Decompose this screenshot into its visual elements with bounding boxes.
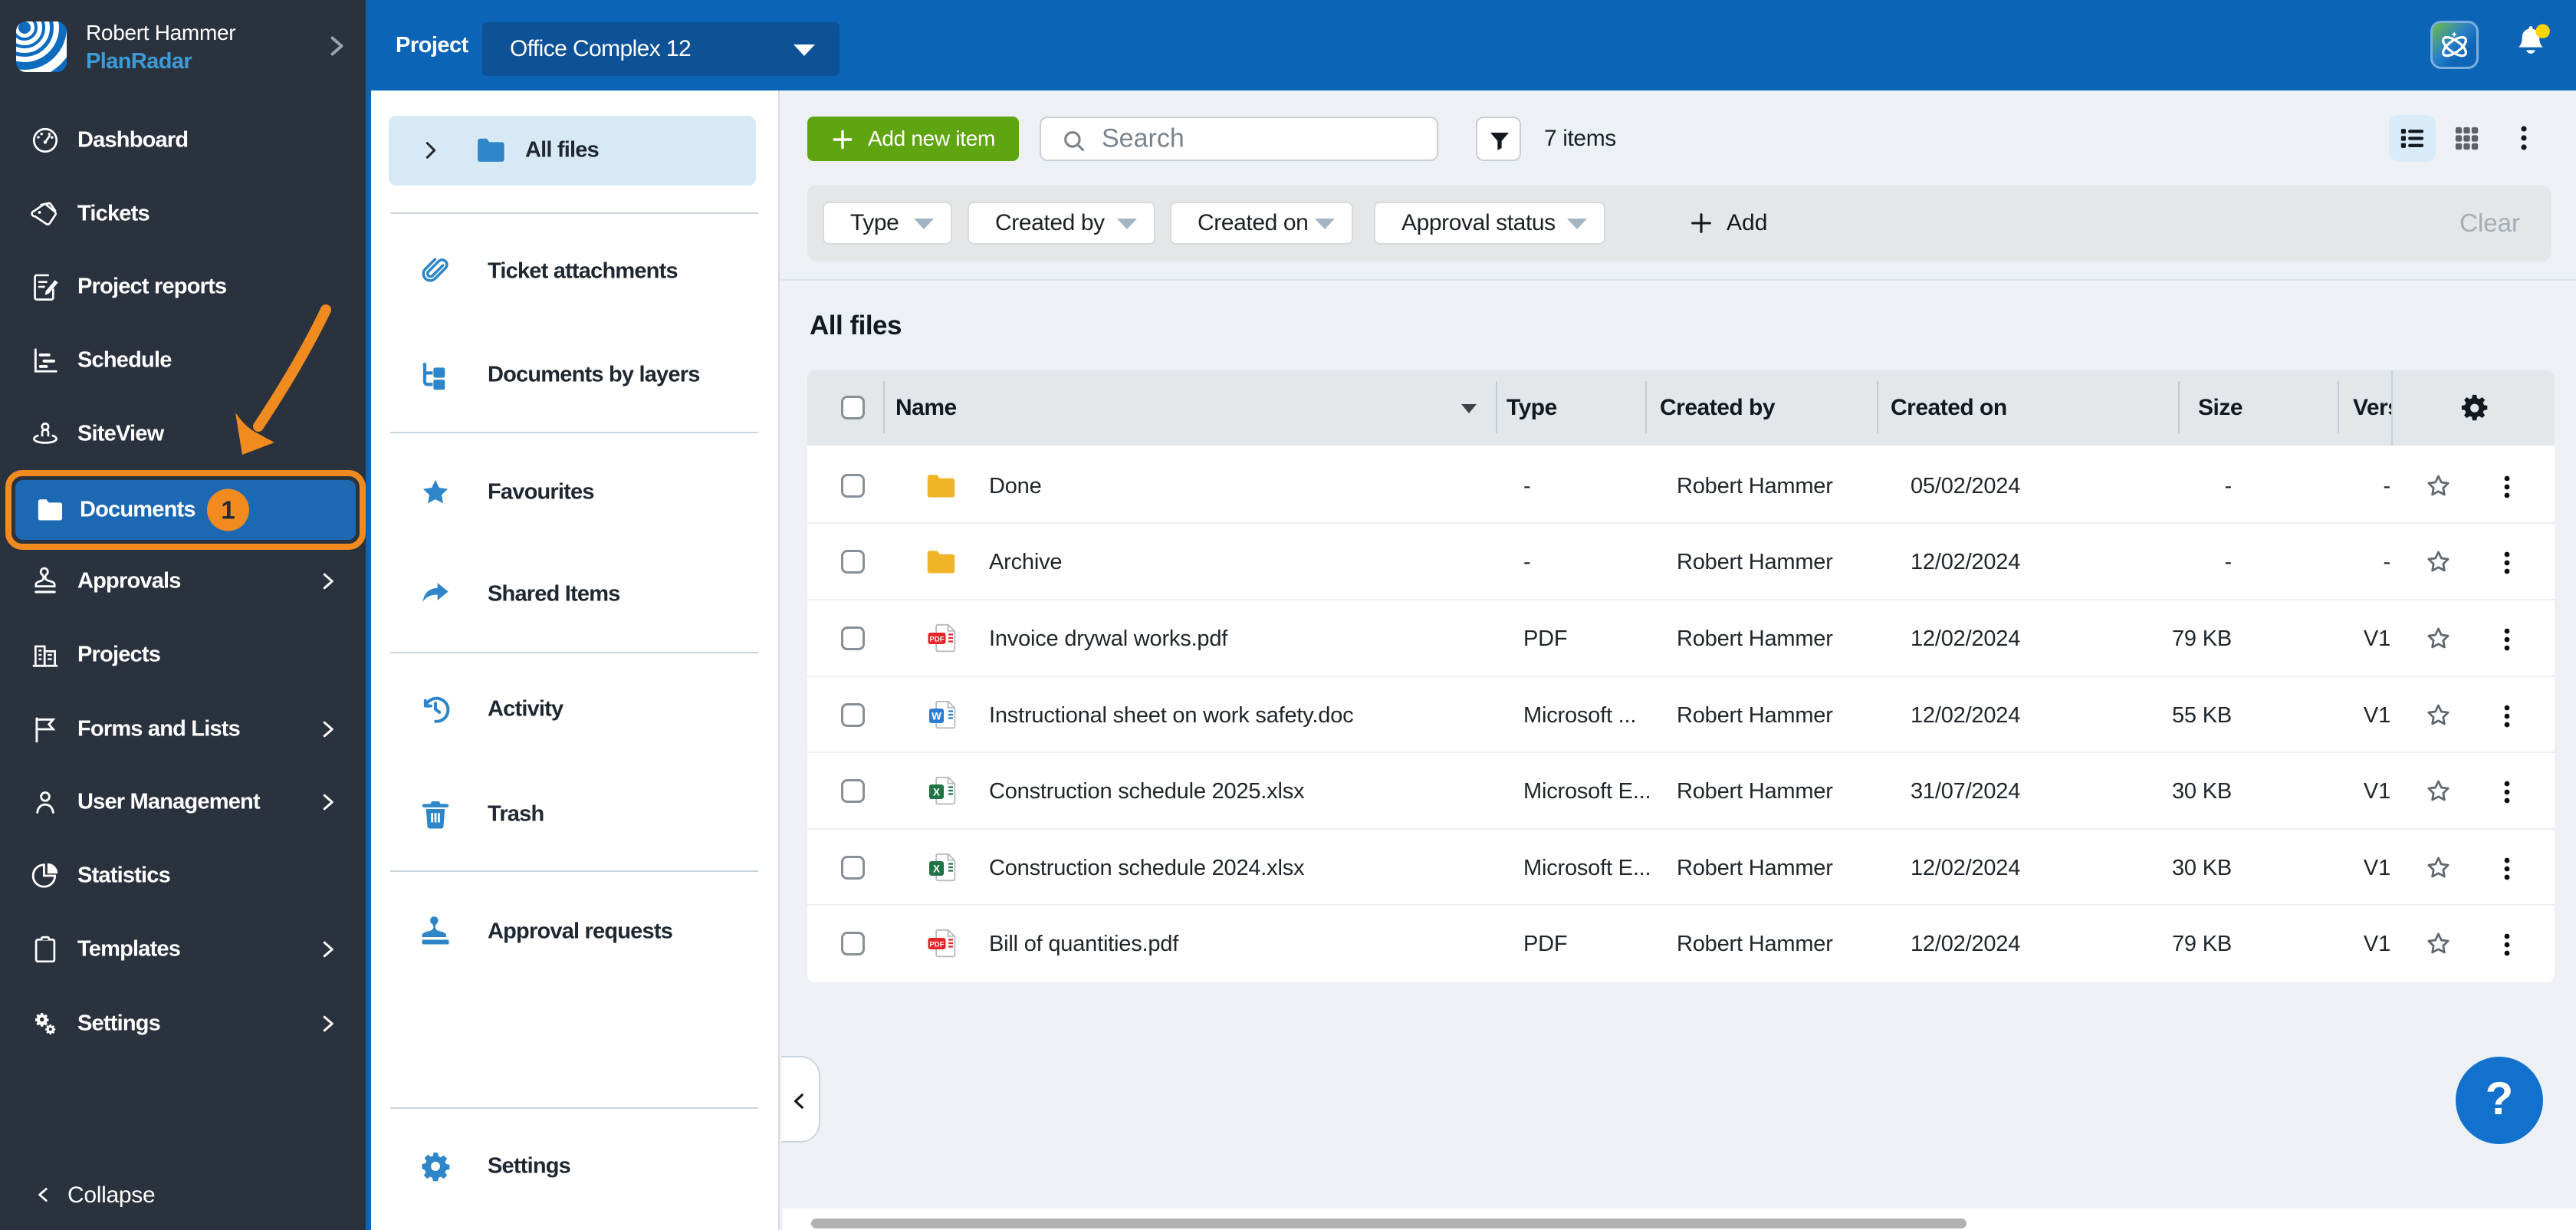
svg-text:X: X: [933, 863, 940, 875]
svg-text:X: X: [933, 787, 940, 798]
svg-text:PDF: PDF: [930, 635, 945, 643]
svg-text:PDF: PDF: [930, 940, 945, 949]
svg-text:W: W: [932, 711, 941, 722]
